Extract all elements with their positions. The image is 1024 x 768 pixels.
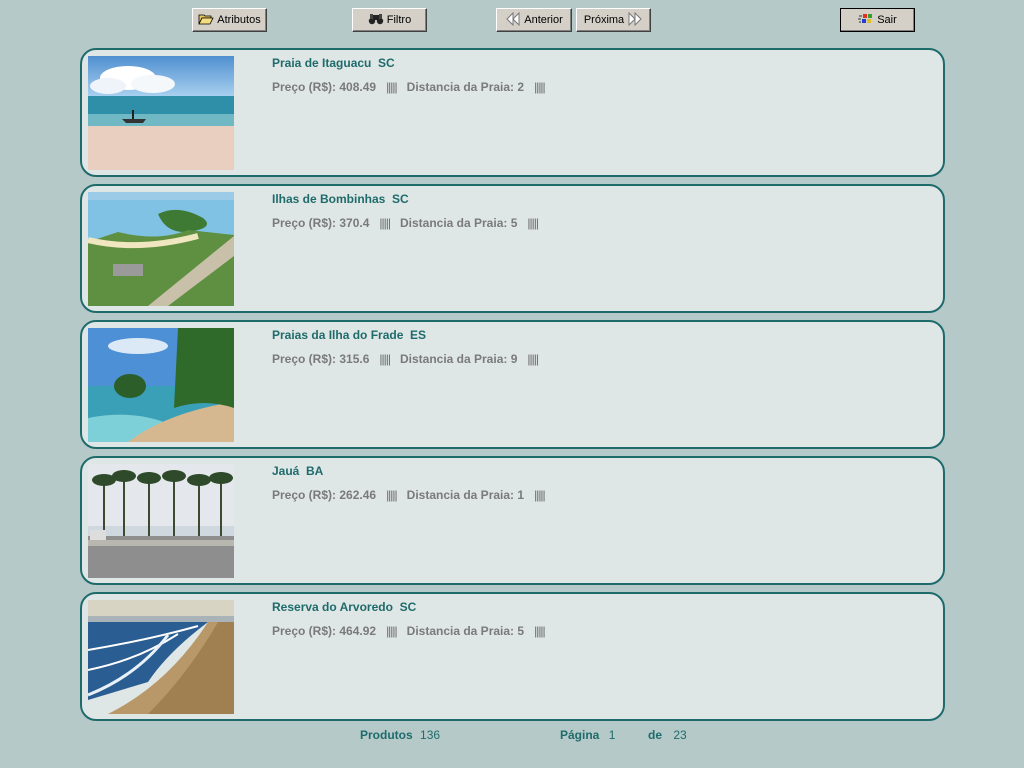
windows-logo-icon	[858, 13, 874, 27]
distance-rating-bars: |||||	[534, 488, 546, 502]
price-rating-bars: |||||	[379, 352, 391, 366]
price-value: 464.92	[339, 624, 377, 638]
listing-title: Praia de Itaguacu SC	[272, 56, 395, 70]
distance-value: 2	[517, 80, 525, 94]
price-label: Preço (R$):	[272, 352, 337, 366]
beach-photo	[88, 192, 234, 306]
pagina-label: Página	[560, 728, 600, 742]
distance-label: Distancia da Praia:	[399, 352, 508, 366]
listing-title: Ilhas de Bombinhas SC	[272, 192, 409, 206]
distance-value: 1	[517, 488, 525, 502]
listing-info: Preço (R$): 315.6 ||||| Distancia da Praia…	[272, 352, 548, 366]
price-rating-bars: |||||	[386, 624, 398, 638]
listing-info: Preço (R$): 370.4 ||||| Distancia da Praia…	[272, 216, 548, 230]
open-folder-icon	[198, 13, 214, 27]
listing-card[interactable]: Ilhas de Bombinhas SC Preço (R$): 370.4 |…	[80, 184, 945, 313]
de-label: de	[648, 728, 663, 742]
listing-card[interactable]: Jauá BA Preço (R$): 262.46 ||||| Distancia…	[80, 456, 945, 585]
distance-rating-bars: |||||	[534, 80, 546, 94]
price-rating-bars: |||||	[386, 80, 398, 94]
listing-card[interactable]: Praia de Itaguacu SC Preço (R$): 408.49 |…	[80, 48, 945, 177]
distance-rating-bars: |||||	[534, 624, 546, 638]
distance-value: 5	[510, 216, 518, 230]
price-label: Preço (R$):	[272, 624, 337, 638]
distance-value: 5	[517, 624, 525, 638]
anterior-label: Anterior	[524, 14, 563, 26]
listing-info: Preço (R$): 464.92 ||||| Distancia da Prai…	[272, 624, 555, 638]
distance-value: 9	[510, 352, 518, 366]
proxima-label: Próxima	[583, 14, 625, 26]
proxima-button[interactable]: Próxima	[576, 8, 651, 32]
produtos-label: Produtos	[360, 728, 413, 742]
beach-photo	[88, 328, 234, 442]
atributos-button[interactable]: Atributos	[192, 8, 267, 32]
listing-title: Praias da Ilha do Frade ES	[272, 328, 427, 342]
atributos-label: Atributos	[217, 14, 261, 26]
rewind-icon	[505, 11, 521, 28]
binoculars-icon	[368, 13, 384, 27]
price-rating-bars: |||||	[379, 216, 391, 230]
filtro-button[interactable]: Filtro	[352, 8, 427, 32]
sair-label: Sair	[877, 14, 897, 26]
price-label: Preço (R$):	[272, 216, 337, 230]
distance-rating-bars: |||||	[527, 352, 539, 366]
beach-photo	[88, 600, 234, 714]
filtro-label: Filtro	[386, 14, 412, 26]
listing-info: Preço (R$): 408.49 ||||| Distancia da Prai…	[272, 80, 555, 94]
distance-label: Distancia da Praia:	[406, 488, 515, 502]
anterior-button[interactable]: Anterior	[496, 8, 572, 32]
price-value: 370.4	[339, 216, 370, 230]
distance-label: Distancia da Praia:	[406, 80, 515, 94]
produtos-value: 136	[420, 728, 441, 742]
pagina-indicator: Página 1	[560, 728, 615, 742]
sair-button[interactable]: Sair	[840, 8, 915, 32]
price-label: Preço (R$):	[272, 488, 337, 502]
listing-info: Preço (R$): 262.46 ||||| Distancia da Prai…	[272, 488, 555, 502]
listing-card[interactable]: Praias da Ilha do Frade ES Preço (R$): 3…	[80, 320, 945, 449]
listing-title: Jauá BA	[272, 464, 324, 478]
price-value: 315.6	[339, 352, 370, 366]
distance-rating-bars: |||||	[527, 216, 539, 230]
price-rating-bars: |||||	[386, 488, 398, 502]
produtos-count: Produtos 136	[360, 728, 440, 742]
price-value: 408.49	[339, 80, 377, 94]
listing-card[interactable]: Reserva do Arvoredo SC Preço (R$): 464.9…	[80, 592, 945, 721]
fast-forward-icon	[627, 11, 643, 28]
distance-label: Distancia da Praia:	[399, 216, 508, 230]
beach-photo	[88, 464, 234, 578]
distance-label: Distancia da Praia:	[406, 624, 515, 638]
pagina-value: 1	[608, 728, 616, 742]
price-value: 262.46	[339, 488, 377, 502]
price-label: Preço (R$):	[272, 80, 337, 94]
listing-title: Reserva do Arvoredo SC	[272, 600, 417, 614]
beach-photo	[88, 56, 234, 170]
pagina-total: de 23	[648, 728, 687, 742]
total-pages-value: 23	[673, 728, 687, 742]
